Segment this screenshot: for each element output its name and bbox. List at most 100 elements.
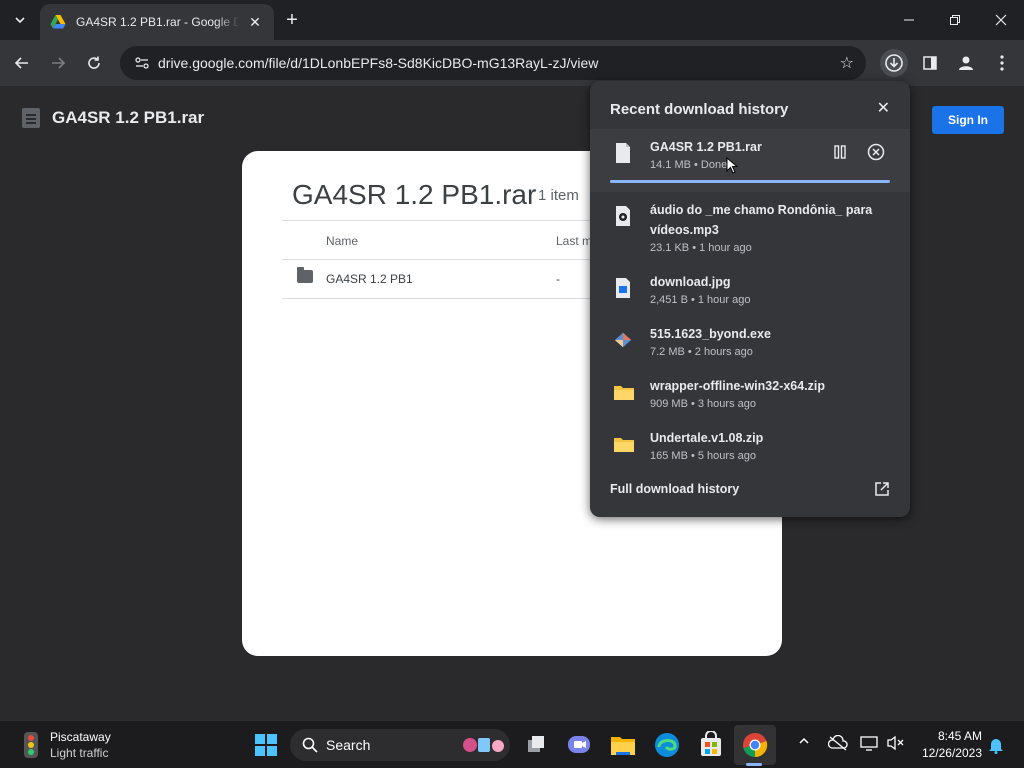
item-count: 1 item — [538, 187, 579, 204]
download-item[interactable]: 515.1623_byond.exe 7.2 MB • 2 hours ago — [590, 320, 910, 368]
exe-file-icon — [614, 332, 632, 348]
sign-in-button[interactable]: Sign In — [932, 106, 1004, 134]
address-bar[interactable]: drive.google.com/file/d/1DLonbEPFs8-Sd8K… — [120, 46, 866, 80]
active-app-indicator — [746, 763, 762, 766]
download-item-meta: 909 MB • 3 hours ago — [650, 398, 756, 410]
table-row-name[interactable]: GA4SR 1.2 PB1 — [326, 272, 413, 286]
download-bubble-title: Recent download history — [610, 101, 789, 118]
close-window-button[interactable] — [978, 0, 1024, 40]
cancel-download-button[interactable] — [865, 141, 887, 163]
bookmark-star-icon[interactable]: ☆ — [840, 53, 854, 73]
download-item-name: Undertale.v1.08.zip — [650, 431, 764, 445]
side-panel-icon — [923, 56, 937, 70]
open-in-new-icon[interactable] — [874, 481, 890, 502]
download-bubble: Recent download history ✕ GA4SR 1.2 PB1.… — [590, 81, 910, 517]
download-item-name: wrapper-offline-win32-x64.zip — [650, 379, 826, 393]
back-button[interactable] — [8, 49, 36, 77]
search-highlight-icon — [463, 738, 504, 752]
chevron-up-icon[interactable] — [798, 735, 810, 750]
tab-search-button[interactable] — [6, 6, 34, 34]
notification-bell-icon[interactable] — [988, 736, 1004, 757]
arrow-left-icon — [14, 57, 28, 69]
microsoft-store-icon[interactable] — [697, 731, 725, 759]
edge-icon[interactable] — [653, 731, 681, 759]
image-file-icon — [616, 278, 630, 298]
document-icon — [22, 108, 40, 128]
menu-button[interactable] — [988, 49, 1016, 77]
restore-icon — [950, 15, 960, 25]
download-item-meta: 2,451 B • 1 hour ago — [650, 294, 751, 306]
download-item-meta: 23.1 KB • 1 hour ago — [650, 242, 752, 254]
mouse-cursor-icon — [726, 157, 738, 174]
file-icon — [616, 143, 630, 163]
side-panel-button[interactable] — [916, 49, 944, 77]
search-icon — [302, 737, 318, 753]
zip-folder-icon — [614, 438, 634, 452]
volume-muted-icon[interactable] — [886, 735, 904, 754]
tab-strip: GA4SR 1.2 PB1.rar - Google Drive ✕ + — [0, 0, 1024, 40]
traffic-light-icon[interactable] — [20, 732, 42, 758]
folder-icon — [297, 267, 313, 283]
preview-title: GA4SR 1.2 PB1.rar — [292, 179, 537, 210]
arrow-right-icon — [52, 57, 66, 69]
close-icon — [995, 14, 1007, 26]
network-icon[interactable] — [860, 735, 878, 754]
restore-button[interactable] — [932, 0, 978, 40]
profile-button[interactable] — [952, 49, 980, 77]
column-header-name[interactable]: Name — [326, 234, 358, 248]
download-item-meta: 14.1 MB • Done — [650, 159, 728, 171]
table-row-modified: - — [556, 272, 560, 286]
download-item-name: áudio do _me chamo Rondônia_ para vídeos… — [650, 203, 873, 237]
download-item-meta: 7.2 MB • 2 hours ago — [650, 346, 753, 358]
download-progress-bar — [610, 180, 890, 183]
forward-button[interactable] — [44, 49, 72, 77]
clock-date[interactable]: 12/26/2023 — [918, 746, 982, 760]
download-item-name: GA4SR 1.2 PB1.rar — [650, 140, 762, 154]
taskbar-search[interactable]: Search — [290, 729, 510, 761]
reload-icon — [88, 56, 100, 69]
taskbar: Piscataway Light traffic Search 8:45 AM … — [0, 720, 1024, 768]
download-item[interactable]: download.jpg 2,451 B • 1 hour ago — [590, 268, 910, 316]
download-icon — [885, 54, 903, 72]
chevron-down-icon — [15, 17, 25, 24]
new-tab-button[interactable]: + — [280, 8, 304, 32]
pause-icon — [834, 145, 846, 159]
widget-location[interactable]: Piscataway — [50, 730, 111, 744]
download-item[interactable]: Undertale.v1.08.zip 165 MB • 5 hours ago — [590, 424, 910, 472]
download-item-meta: 165 MB • 5 hours ago — [650, 450, 756, 462]
minimize-icon — [904, 19, 914, 21]
chrome-icon[interactable] — [741, 731, 769, 759]
windows-start-icon[interactable] — [254, 733, 278, 757]
browser-toolbar: drive.google.com/file/d/1DLonbEPFs8-Sd8K… — [0, 40, 1024, 86]
clock-time[interactable]: 8:45 AM — [930, 729, 982, 743]
browser-tab[interactable]: GA4SR 1.2 PB1.rar - Google Drive ✕ — [40, 4, 274, 40]
teams-chat-icon[interactable] — [565, 731, 593, 759]
tab-title: GA4SR 1.2 PB1.rar - Google Drive — [76, 15, 240, 29]
widget-status[interactable]: Light traffic — [50, 746, 108, 760]
reload-button[interactable] — [80, 49, 108, 77]
pause-button[interactable] — [829, 141, 851, 163]
url-text: drive.google.com/file/d/1DLonbEPFs8-Sd8K… — [158, 55, 599, 71]
task-view-icon[interactable] — [522, 731, 550, 759]
page-title: GA4SR 1.2 PB1.rar — [52, 108, 205, 127]
profile-icon — [959, 56, 973, 70]
full-download-history-link[interactable]: Full download history — [610, 482, 739, 496]
cancel-circle-icon — [867, 143, 885, 161]
onedrive-offline-icon[interactable] — [827, 734, 848, 754]
download-item[interactable]: áudio do _me chamo Rondônia_ para vídeos… — [590, 196, 910, 264]
download-item[interactable]: wrapper-offline-win32-x64.zip 909 MB • 3… — [590, 372, 910, 420]
zip-folder-icon — [614, 386, 634, 400]
minimize-button[interactable] — [886, 0, 932, 40]
close-icon[interactable]: ✕ — [877, 98, 890, 118]
download-item-name: 515.1623_byond.exe — [650, 327, 771, 341]
audio-file-icon — [616, 206, 630, 226]
site-settings-icon[interactable] — [134, 55, 150, 71]
file-header: GA4SR 1.2 PB1.rar — [22, 108, 204, 128]
tab-close-icon[interactable]: ✕ — [246, 13, 264, 31]
kebab-menu-icon — [1000, 55, 1004, 71]
column-header-last-modified[interactable]: Last m — [556, 234, 592, 248]
downloads-button[interactable] — [880, 49, 908, 77]
download-item-name: download.jpg — [650, 275, 731, 289]
google-drive-icon — [50, 15, 66, 29]
file-explorer-icon[interactable] — [609, 731, 637, 759]
